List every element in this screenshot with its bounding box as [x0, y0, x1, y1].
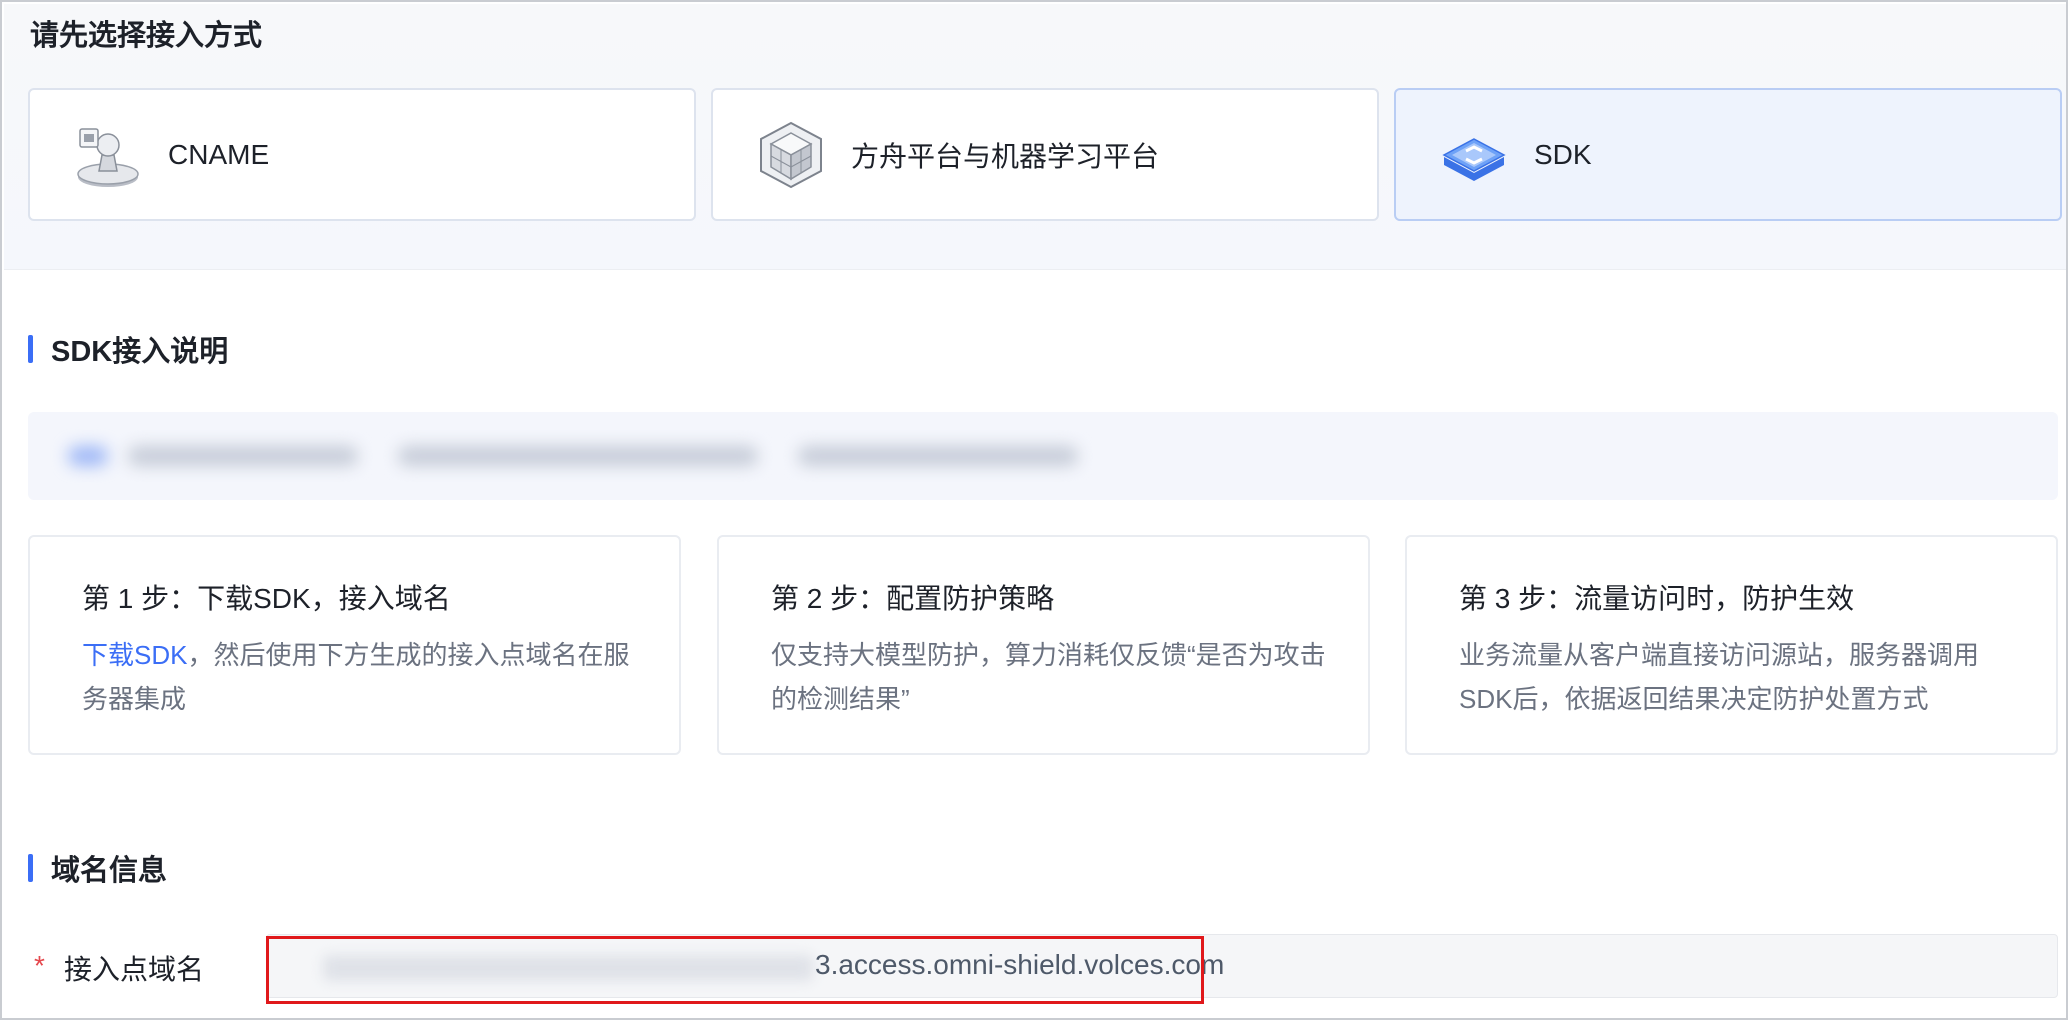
- access-method-section: 请先选择接入方式 CNAME 方舟平台与机器学习平台 SDK: [4, 4, 2066, 270]
- download-sdk-link[interactable]: 下载SDK: [82, 640, 187, 670]
- domain-section-title: 域名信息: [51, 855, 168, 887]
- method-card-sdk[interactable]: SDK: [1394, 88, 2062, 221]
- method-card-platform[interactable]: 方舟平台与机器学习平台: [711, 88, 1379, 221]
- heading-accent-bar: [28, 335, 33, 363]
- step-card-1: 第 1 步：下载SDK，接入域名 下载SDK，然后使用下方生成的接入点域名在服务…: [28, 535, 681, 755]
- method-card-cname[interactable]: CNAME: [28, 88, 696, 221]
- step-1-title: 第 1 步：下载SDK，接入域名: [82, 583, 451, 614]
- step-card-2: 第 2 步：配置防护策略 仅支持大模型防护，算力消耗仅反馈“是否为攻击的检测结果…: [717, 535, 1370, 755]
- annotation-highlight-box: [266, 936, 1204, 1004]
- endpoint-domain-label: 接入点域名: [64, 954, 205, 985]
- step-3-desc: 业务流量从客户端直接访问源站，服务器调用SDK后，依据返回结果决定防护处置方式: [1459, 640, 1980, 714]
- sdk-chip-icon: [1438, 119, 1510, 191]
- heading-accent-bar: [28, 854, 33, 882]
- domain-section-heading: 域名信息: [28, 847, 167, 889]
- step-3-title: 第 3 步：流量访问时，防护生效: [1459, 583, 1855, 614]
- method-label-platform: 方舟平台与机器学习平台: [851, 140, 1160, 172]
- sdk-section-title: SDK接入说明: [51, 336, 229, 368]
- blurred-notice-banner: [28, 412, 2058, 500]
- required-mark: *: [34, 950, 45, 981]
- method-label-sdk: SDK: [1534, 138, 1592, 170]
- access-method-title: 请先选择接入方式: [30, 20, 263, 52]
- cname-pawn-icon: [72, 119, 144, 191]
- cube-platform-icon: [755, 119, 827, 191]
- step-card-3: 第 3 步：流量访问时，防护生效 业务流量从客户端直接访问源站，服务器调用SDK…: [1405, 535, 2058, 755]
- step-1-desc: 下载SDK，然后使用下方生成的接入点域名在服务器集成: [82, 640, 630, 714]
- method-label-cname: CNAME: [168, 138, 270, 170]
- sdk-section-heading: SDK接入说明: [28, 328, 228, 370]
- page-frame: 请先选择接入方式 CNAME 方舟平台与机器学习平台 SDK SDK接入说明 第…: [0, 0, 2068, 1020]
- step-2-desc: 仅支持大模型防护，算力消耗仅反馈“是否为攻击的检测结果”: [771, 640, 1326, 714]
- step-2-title: 第 2 步：配置防护策略: [771, 583, 1055, 614]
